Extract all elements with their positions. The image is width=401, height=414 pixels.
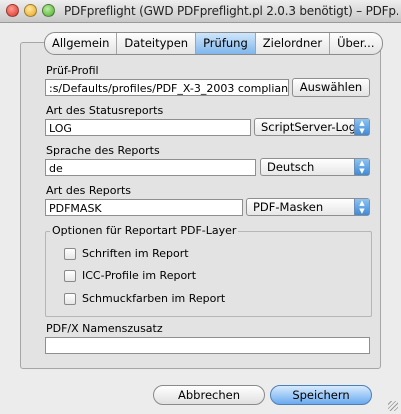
statusreport-field[interactable]: LOG [45,119,251,136]
auswaehlen-button[interactable]: Auswählen [292,78,370,97]
sprache-label: Sprache des Reports [46,144,160,157]
title-bar[interactable]: PDFpreflight (GWD PDFpreflight.pl 2.0.3 … [0,0,401,23]
minimize-icon[interactable] [24,4,37,17]
cancel-button[interactable]: Abbrechen [153,385,265,405]
icc-profile-checkbox[interactable] [64,270,76,282]
schmuckfarben-label: Schmuckfarben im Report [82,292,226,305]
save-button[interactable]: Speichern [270,385,372,405]
report-art-select[interactable]: PDF-Masken ▲ ▼ [246,198,370,216]
schmuckfarben-checkbox[interactable] [64,293,76,305]
chevron-updown-icon: ▲ ▼ [354,159,369,175]
resize-grip-icon[interactable] [388,401,398,411]
sprache-select[interactable]: Deutsch ▲ ▼ [260,158,370,176]
statusreport-select-value: ScriptServer-Log [261,120,357,134]
statusreport-select[interactable]: ScriptServer-Log ▲ ▼ [254,118,370,136]
chevron-updown-icon: ▲ ▼ [354,119,369,135]
tab-zielordner[interactable]: Zielordner [254,33,329,54]
pruef-profil-field[interactable]: :s/Defaults/profiles/PDF_X-3_2003 compli… [45,79,289,96]
tab-bar: Allgemein Dateitypen Prüfung Zielordner … [44,32,383,55]
tab-pruefung[interactable]: Prüfung [195,33,255,54]
pruef-profil-label: Prüf-Profil [46,64,99,77]
tab-dateitypen[interactable]: Dateitypen [116,33,195,54]
report-art-field[interactable]: PDFMASK [45,199,243,216]
report-art-select-value: PDF-Masken [253,200,324,214]
icc-profile-label: ICC-Profile im Report [82,269,197,282]
namenszusatz-label: PDF/X Namenszusatz [46,322,163,335]
zoom-icon[interactable] [42,4,55,17]
dialog-window: PDFpreflight (GWD PDFpreflight.pl 2.0.3 … [0,0,401,414]
report-art-label: Art des Reports [46,184,132,197]
window-title: PDFpreflight (GWD PDFpreflight.pl 2.0.3 … [64,4,398,18]
sprache-select-value: Deutsch [267,160,315,174]
tab-ueber[interactable]: Über... [329,33,381,54]
namenszusatz-field[interactable] [45,337,370,354]
schriften-label: Schriften im Report [82,247,189,260]
chevron-updown-icon: ▲ ▼ [354,199,369,215]
close-icon[interactable] [6,4,19,17]
schriften-checkbox[interactable] [64,248,76,260]
sprache-field[interactable]: de [45,159,256,176]
tab-allgemein[interactable]: Allgemein [45,33,116,54]
layer-options-title: Optionen für Reportart PDF-Layer [50,224,239,237]
statusreport-label: Art des Statusreports [46,104,164,117]
